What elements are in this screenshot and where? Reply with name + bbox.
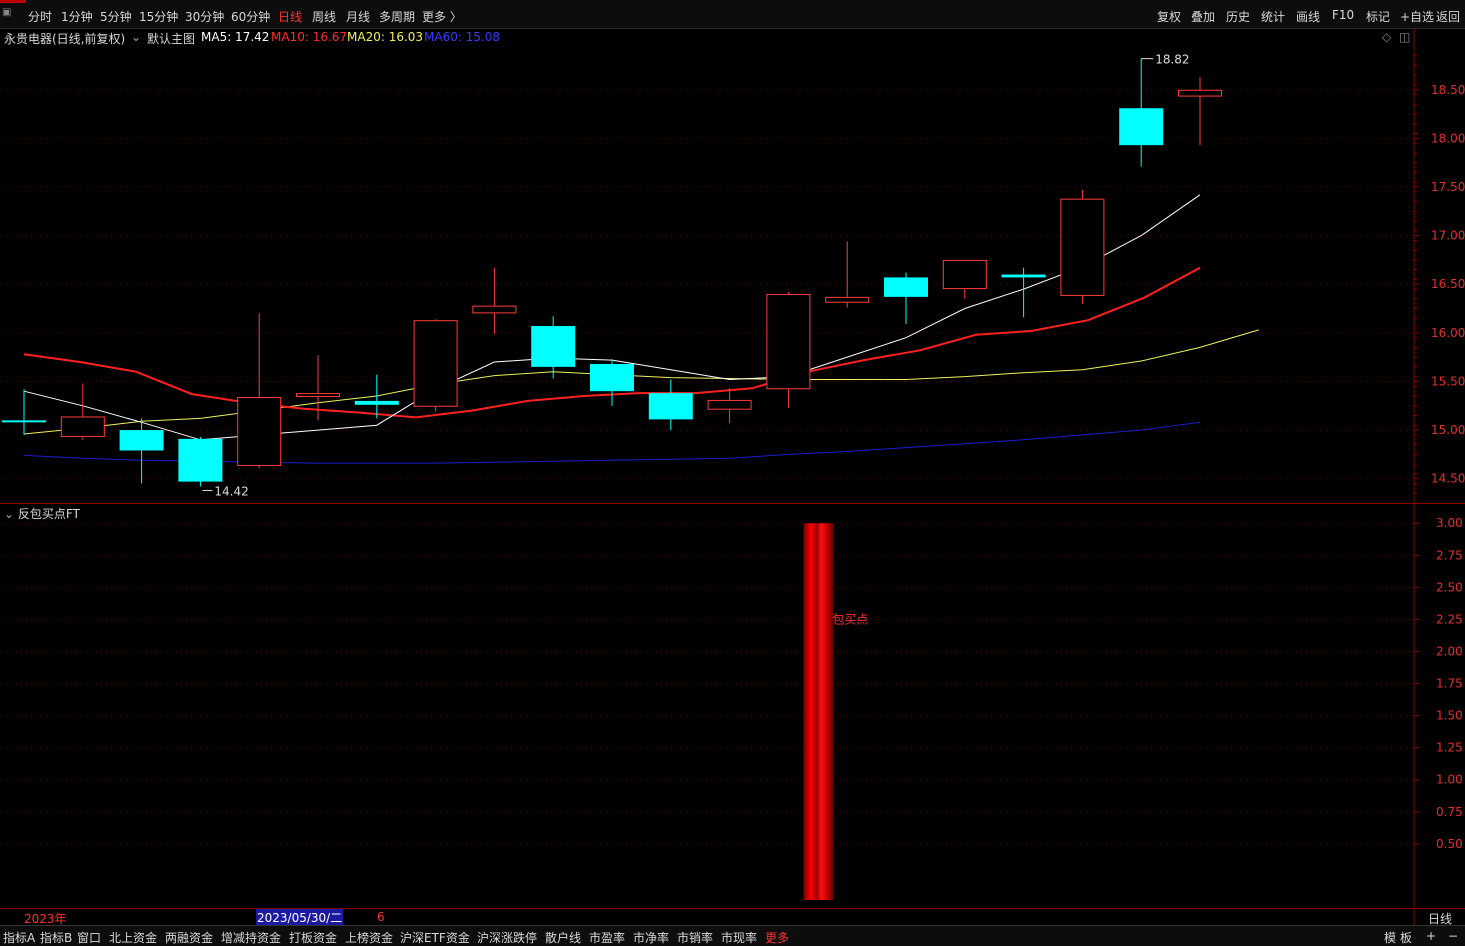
- candles: [2, 58, 1222, 487]
- indicator-tick-label: 3.00: [1436, 516, 1463, 530]
- tab-margin[interactable]: 两融资金: [165, 929, 213, 946]
- candle-body: [648, 393, 693, 420]
- tab-pe[interactable]: 市盈率: [589, 929, 625, 946]
- indicator-bars: 包买点: [803, 523, 868, 900]
- candle-body: [1001, 274, 1046, 278]
- tab-dragon-tiger[interactable]: 上榜资金: [345, 929, 393, 946]
- board-button[interactable]: 板: [1400, 929, 1412, 946]
- tab-pb[interactable]: 市净率: [633, 929, 669, 946]
- indicator-title[interactable]: 反包买点FT: [18, 507, 80, 521]
- candle: [1001, 267, 1046, 318]
- candle-body: [590, 363, 634, 392]
- indicator-dropdown-icon[interactable]: ⌄: [4, 507, 14, 521]
- candle: [766, 292, 811, 408]
- indicator-tick-label: 1.75: [1436, 677, 1463, 691]
- tab-window[interactable]: 窗口: [77, 929, 101, 946]
- candle-body: [237, 397, 282, 467]
- tab-pcf[interactable]: 市现率: [721, 929, 757, 946]
- candle: [60, 383, 105, 440]
- cursor-date: 2023/05/30/二: [256, 909, 344, 926]
- indicator-axis: 0.50 0.75 1.00 1.25 1.50 1.75 2.00 2.25 2.50 2.75…: [1414, 516, 1463, 851]
- indicator-tabbar: 指标A 指标B 窗口 北上资金 两融资金 增减持资金 打板资金 上榜资金 沪深E…: [0, 925, 1465, 946]
- candle-body: [472, 305, 517, 314]
- tab-etf[interactable]: 沪深ETF资金: [400, 929, 470, 946]
- price-tick-label: 16.00: [1431, 326, 1465, 340]
- tab-indicator-a[interactable]: 指标A: [3, 929, 35, 946]
- price-tick-label: 18.00: [1431, 131, 1465, 145]
- candle-body: [825, 296, 870, 303]
- candle: [531, 316, 576, 379]
- price-tick-label: 17.50: [1431, 180, 1465, 194]
- candle-body: [766, 293, 811, 390]
- price-tick-label: 18.50: [1431, 83, 1465, 97]
- candle-body: [296, 393, 340, 398]
- price-tick-label: 17.00: [1431, 229, 1465, 243]
- candle-body: [413, 320, 458, 407]
- zoom-out-button[interactable]: −: [1448, 929, 1458, 943]
- buy-signal-bar: [803, 523, 834, 900]
- candle-body: [60, 416, 105, 437]
- date-axis: 2023年 2023/05/30/二 6 日线: [0, 909, 1452, 926]
- candle: [942, 259, 987, 299]
- candle-body: [1119, 108, 1164, 146]
- indicator-tick-label: 1.50: [1436, 709, 1463, 723]
- indicator-tick-label: 1.00: [1436, 773, 1463, 787]
- buy-signal-label: 包买点: [832, 612, 868, 626]
- candle-body: [354, 400, 399, 405]
- candle-body: [2, 420, 46, 423]
- candle-body: [707, 399, 752, 410]
- tab-more[interactable]: 更多: [765, 929, 789, 946]
- candle-body: [178, 438, 223, 482]
- price-tick-label: 15.00: [1431, 423, 1465, 437]
- indicator-tick-label: 0.75: [1436, 805, 1463, 819]
- indicator-tick-label: 2.75: [1436, 548, 1463, 562]
- tab-ps[interactable]: 市销率: [677, 929, 713, 946]
- date-tick: 6: [377, 910, 385, 924]
- indicator-tick-label: 2.00: [1436, 644, 1463, 658]
- tab-retail-line[interactable]: 散户线: [545, 929, 581, 946]
- tab-northbound[interactable]: 北上资金: [109, 929, 157, 946]
- price-tick-label: 16.50: [1431, 277, 1465, 291]
- candle: [648, 379, 693, 431]
- indicator-title-row: ⌄ 反包买点FT: [4, 505, 80, 522]
- price-axis: 14.50 15.00 15.50 16.00 16.50 17.00 17.50 18.00…: [1414, 55, 1465, 504]
- candle: [1119, 58, 1164, 167]
- candle: [884, 272, 928, 325]
- candle-body: [942, 259, 987, 290]
- price-tick-label: 14.50: [1431, 472, 1465, 486]
- candle: [413, 319, 458, 412]
- kline-chart[interactable]: 14.50 15.00 15.50 16.00 16.50 17.00 17.50 18.00…: [0, 0, 1465, 945]
- candle: [590, 359, 634, 406]
- candle: [707, 388, 752, 424]
- candle-body: [119, 430, 164, 451]
- high-mark-label: 18.82: [1155, 53, 1189, 67]
- candle: [825, 241, 870, 308]
- candle-body: [884, 277, 928, 297]
- candle: [1178, 77, 1222, 146]
- tab-holdings-change[interactable]: 增减持资金: [221, 929, 281, 946]
- indicator-tick-label: 2.50: [1436, 580, 1463, 594]
- low-mark-label: 14.42: [214, 484, 248, 498]
- candle: [2, 389, 46, 435]
- price-tick-label: 15.50: [1431, 374, 1465, 388]
- candle: [1060, 189, 1105, 304]
- indicator-tick-label: 2.25: [1436, 612, 1463, 626]
- tab-indicator-b[interactable]: 指标B: [40, 929, 72, 946]
- indicator-tick-label: 0.50: [1436, 837, 1463, 851]
- template-button[interactable]: 模: [1384, 929, 1396, 946]
- zoom-in-button[interactable]: +: [1426, 929, 1436, 943]
- indicator-tick-label: 1.25: [1436, 741, 1463, 755]
- candle: [472, 267, 517, 334]
- candle-body: [1060, 198, 1105, 296]
- candle: [178, 436, 223, 487]
- candle-body: [1178, 89, 1222, 97]
- tab-limit-up[interactable]: 打板资金: [289, 929, 337, 946]
- candle-body: [531, 326, 576, 367]
- candle: [237, 313, 282, 468]
- candle: [119, 418, 164, 484]
- tab-limit-stats[interactable]: 沪深涨跌停: [477, 929, 537, 946]
